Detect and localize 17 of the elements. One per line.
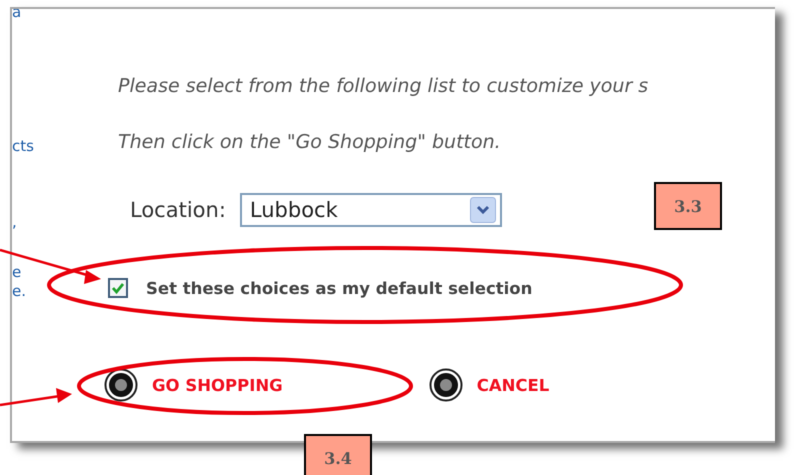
annotation-label: 3.3 (654, 182, 722, 230)
sidebar-link-fragment[interactable]: e (12, 263, 22, 281)
radio-style-button[interactable]: CANCEL (428, 368, 550, 402)
location-dropdown[interactable]: Lubbock (240, 193, 502, 227)
radio-icon (104, 368, 138, 402)
sidebar-link-fragment[interactable]: , (12, 213, 17, 231)
sidebar-link-fragment[interactable]: e. (12, 282, 26, 300)
annotation-label: 3.4 (304, 434, 372, 475)
checkbox-label: Set these choices as my default selection (146, 278, 532, 298)
instruction-text: Please select from the following list to customize your s (118, 75, 650, 99)
radio-style-button[interactable]: GO SHOPPING (104, 368, 283, 402)
radio-icon (428, 368, 463, 402)
checkbox[interactable] (108, 278, 128, 298)
instruction-text: Then click on the "Go Shopping" button. (118, 131, 502, 155)
annotation-arrow (0, 388, 72, 406)
location-label: Location: (130, 198, 226, 222)
sidebar-link-fragment[interactable]: cts (12, 137, 34, 155)
